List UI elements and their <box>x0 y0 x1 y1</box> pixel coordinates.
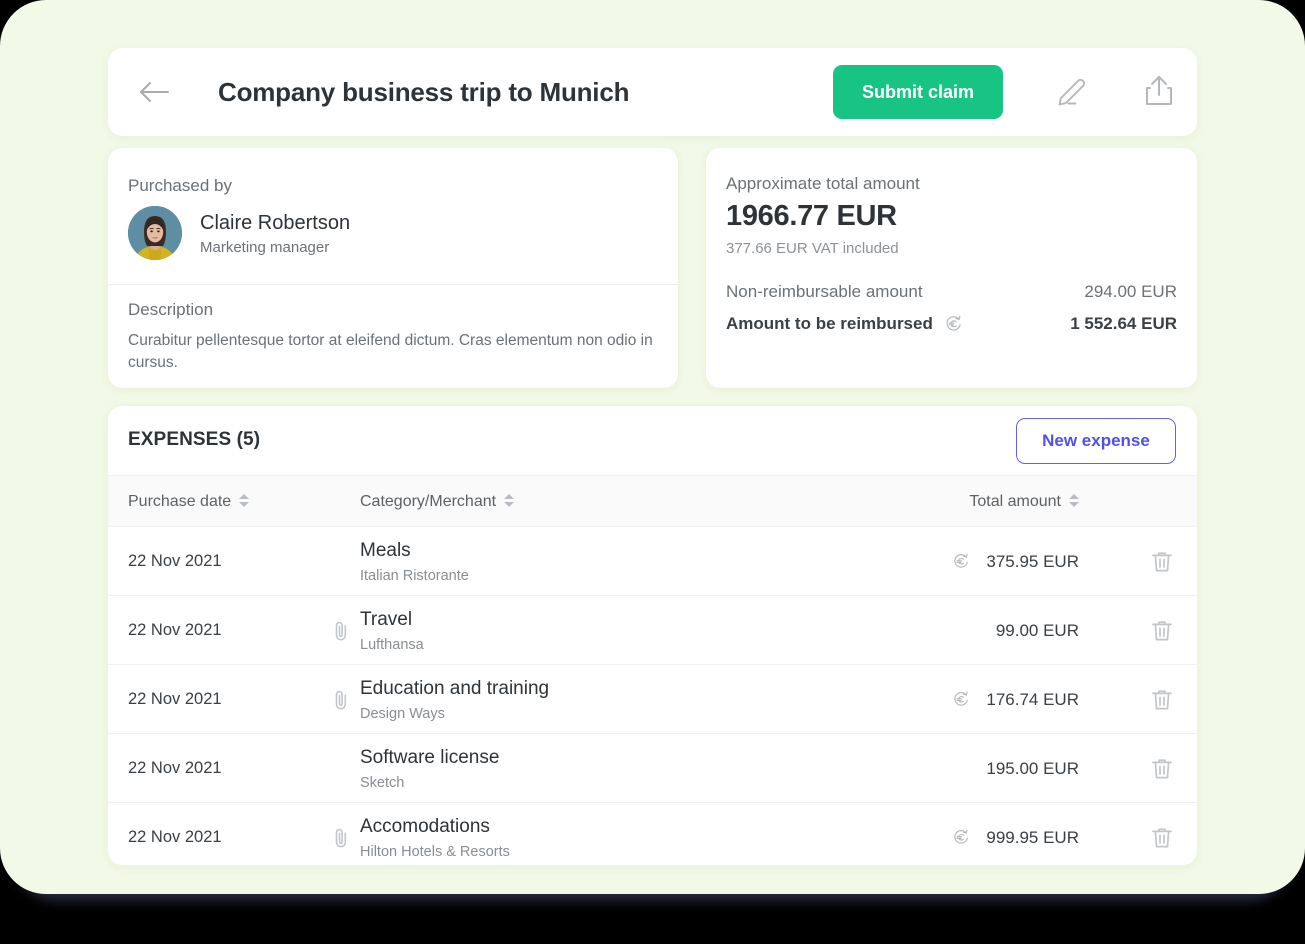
page-header: Company business trip to Munich Submit c… <box>108 48 1197 136</box>
share-button[interactable] <box>1138 69 1180 115</box>
vat-included-note: 377.66 EUR VAT included <box>726 240 899 257</box>
cell-merchant: Italian Ristorante <box>360 568 469 584</box>
cell-purchase-date: 22 Nov 2021 <box>128 828 222 846</box>
cell-category: Meals <box>360 540 411 561</box>
description-label: Description <box>128 300 214 319</box>
cell-merchant: Lufthansa <box>360 637 424 653</box>
delete-expense-button[interactable] <box>1149 549 1175 575</box>
column-header-category-merchant[interactable]: Category/Merchant <box>360 493 515 511</box>
cell-category: Accomodations <box>360 816 490 837</box>
paperclip-icon[interactable] <box>332 827 350 849</box>
delete-expense-button[interactable] <box>1149 618 1175 644</box>
non-reimbursable-label: Non-reimbursable amount <box>726 282 923 301</box>
column-header-purchase-date[interactable]: Purchase date <box>128 493 250 511</box>
cell-purchase-date: 22 Nov 2021 <box>128 690 222 708</box>
cell-total-amount: 176.74 EUR <box>986 690 1079 709</box>
divider <box>108 284 678 285</box>
cell-category: Education and training <box>360 678 550 699</box>
cell-category: Software license <box>360 747 500 768</box>
cell-merchant: Sketch <box>360 775 405 791</box>
expenses-card: EXPENSES (5) New expense Purchase date C… <box>108 406 1197 865</box>
table-row[interactable]: 22 Nov 2021 Meals Italian Ristorante 375.95… <box>108 527 1197 596</box>
pencil-icon <box>1058 78 1086 106</box>
edit-button[interactable] <box>1050 71 1092 113</box>
cell-purchase-date: 22 Nov 2021 <box>128 552 222 570</box>
cell-merchant: Hilton Hotels & Resorts <box>360 844 510 860</box>
table-row[interactable]: 22 Nov 2021 Software license Sketch 195.00 … <box>108 734 1197 803</box>
cell-merchant: Design Ways <box>360 706 445 722</box>
cell-category: Travel <box>360 609 413 630</box>
purchaser-name: Claire Robertson <box>200 212 351 234</box>
avatar <box>128 206 182 260</box>
avatar-photo <box>128 206 182 260</box>
expenses-title: EXPENSES (5) <box>128 429 261 450</box>
approximate-total-label: Approximate total amount <box>726 174 920 193</box>
cell-total-amount: 195.00 EUR <box>986 759 1079 778</box>
purchaser-card: Purchased by Claire Robertson Marketing … <box>108 148 678 388</box>
purchaser-role: Marketing manager <box>200 239 330 256</box>
table-row[interactable]: 22 Nov 2021 Accomodations Hilton Hotels & … <box>108 803 1197 865</box>
euro-refund-icon <box>952 690 971 709</box>
sort-arrows-icon <box>239 494 250 508</box>
cell-total-amount: 375.95 EUR <box>986 552 1079 571</box>
column-header-total-amount[interactable]: Total amount <box>969 493 1079 511</box>
new-expense-button[interactable]: New expense <box>1016 418 1176 464</box>
expenses-table: Purchase date Category/Merchant Total am… <box>108 475 1197 865</box>
cell-purchase-date: 22 Nov 2021 <box>128 759 222 777</box>
euro-refund-icon <box>944 314 964 334</box>
expense-rows: 22 Nov 2021 Meals Italian Ristorante 375.95… <box>108 527 1197 865</box>
delete-expense-button[interactable] <box>1149 825 1175 851</box>
paperclip-icon[interactable] <box>332 620 350 642</box>
back-button[interactable] <box>136 74 174 110</box>
submit-claim-button[interactable]: Submit claim <box>833 65 1003 119</box>
share-upload-icon <box>1146 76 1172 105</box>
page-title: Company business trip to Munich <box>218 77 630 107</box>
arrow-left-icon <box>139 81 170 103</box>
app-viewport: Company business trip to Munich Submit c… <box>0 0 1305 894</box>
cell-purchase-date: 22 Nov 2021 <box>128 621 222 639</box>
column-header-total-amount-label: Total amount <box>969 493 1061 510</box>
non-reimbursable-value: 294.00 EUR <box>1084 282 1177 301</box>
paperclip-icon[interactable] <box>332 689 350 711</box>
euro-refund-icon <box>952 828 971 847</box>
column-header-purchase-date-label: Purchase date <box>128 493 232 510</box>
totals-card: Approximate total amount 1966.77 EUR 377… <box>706 148 1197 388</box>
sort-arrows-icon <box>504 494 515 508</box>
description-text: Curabitur pellentesque tortor at eleifen… <box>128 332 653 371</box>
delete-expense-button[interactable] <box>1149 756 1175 782</box>
approximate-total-value: 1966.77 EUR <box>726 200 897 232</box>
sort-arrows-icon <box>1069 494 1079 508</box>
delete-expense-button[interactable] <box>1149 687 1175 713</box>
amount-to-be-reimbursed-value: 1 552.64 EUR <box>1070 314 1177 333</box>
cell-total-amount: 999.95 EUR <box>986 828 1079 847</box>
table-row[interactable]: 22 Nov 2021 Travel Lufthansa 99.00 EUR <box>108 596 1197 665</box>
table-row[interactable]: 22 Nov 2021 Education and training Design … <box>108 665 1197 734</box>
cell-total-amount: 99.00 EUR <box>995 621 1079 640</box>
table-header-row: Purchase date Category/Merchant Total am… <box>108 475 1197 527</box>
amount-to-be-reimbursed-label: Amount to be reimbursed <box>726 314 933 333</box>
column-header-category-merchant-label: Category/Merchant <box>360 493 497 510</box>
purchased-by-label: Purchased by <box>128 176 232 195</box>
euro-refund-icon <box>952 552 971 571</box>
